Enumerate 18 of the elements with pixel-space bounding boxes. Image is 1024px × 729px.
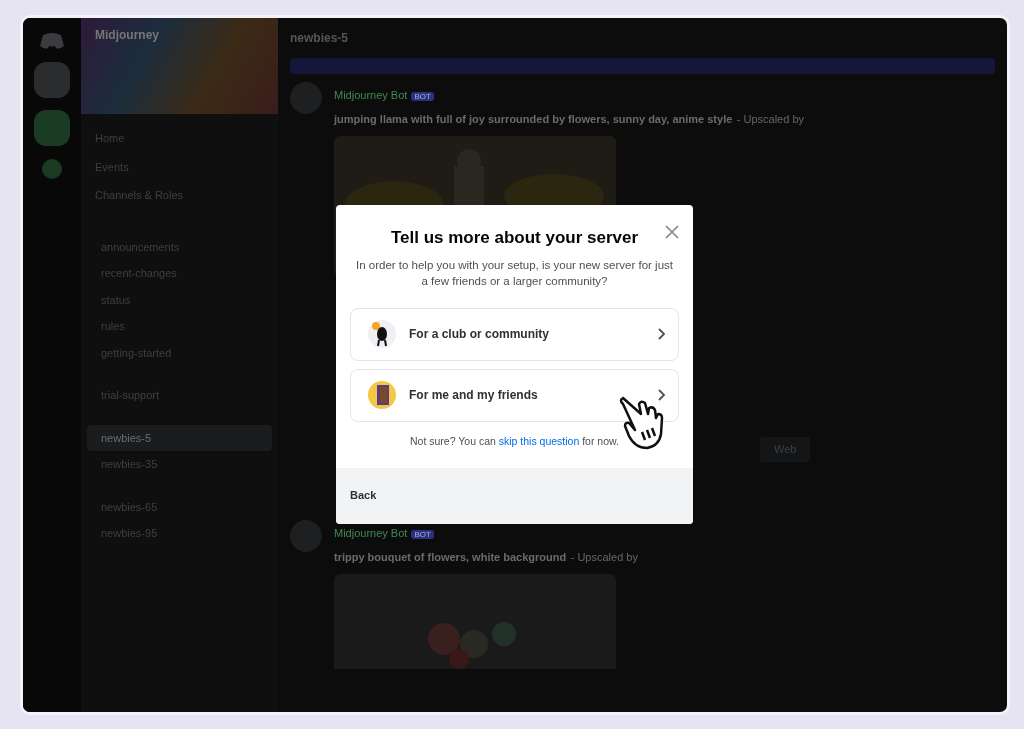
- upscaled-note: - Upscaled by: [736, 113, 805, 125]
- option-button[interactable]: For me and my friends: [350, 368, 679, 422]
- author-name: Midjourney Bot: [334, 89, 408, 101]
- back-button[interactable]: Back: [350, 487, 377, 504]
- server-name[interactable]: Midjourney: [95, 26, 264, 44]
- bot-badge: BOT: [411, 529, 434, 539]
- upscaled-note: - Upscaled by: [570, 550, 638, 563]
- channel-item[interactable]: newbies-5: [87, 424, 272, 451]
- skip-link[interactable]: skip this question: [498, 434, 580, 447]
- author-name: Midjourney Bot: [334, 526, 408, 539]
- bot-badge: BOT: [411, 92, 434, 101]
- modal-description: In order to help you with your setup, is your new server for just a few friends or a larger community?: [354, 257, 674, 290]
- option-button[interactable]: For a club or community: [350, 307, 679, 361]
- channel-title: newbies-5: [290, 30, 349, 47]
- prompt-text: jumping llama with full of joy surrounded by flowers, sunny day, anime style: [334, 113, 733, 125]
- hint-text: Not sure? You can skip this question for now.: [409, 433, 620, 449]
- prompt-text: trippy bouquet of flowers, white background: [334, 550, 567, 563]
- modal-title: Tell us more about your server: [390, 227, 639, 249]
